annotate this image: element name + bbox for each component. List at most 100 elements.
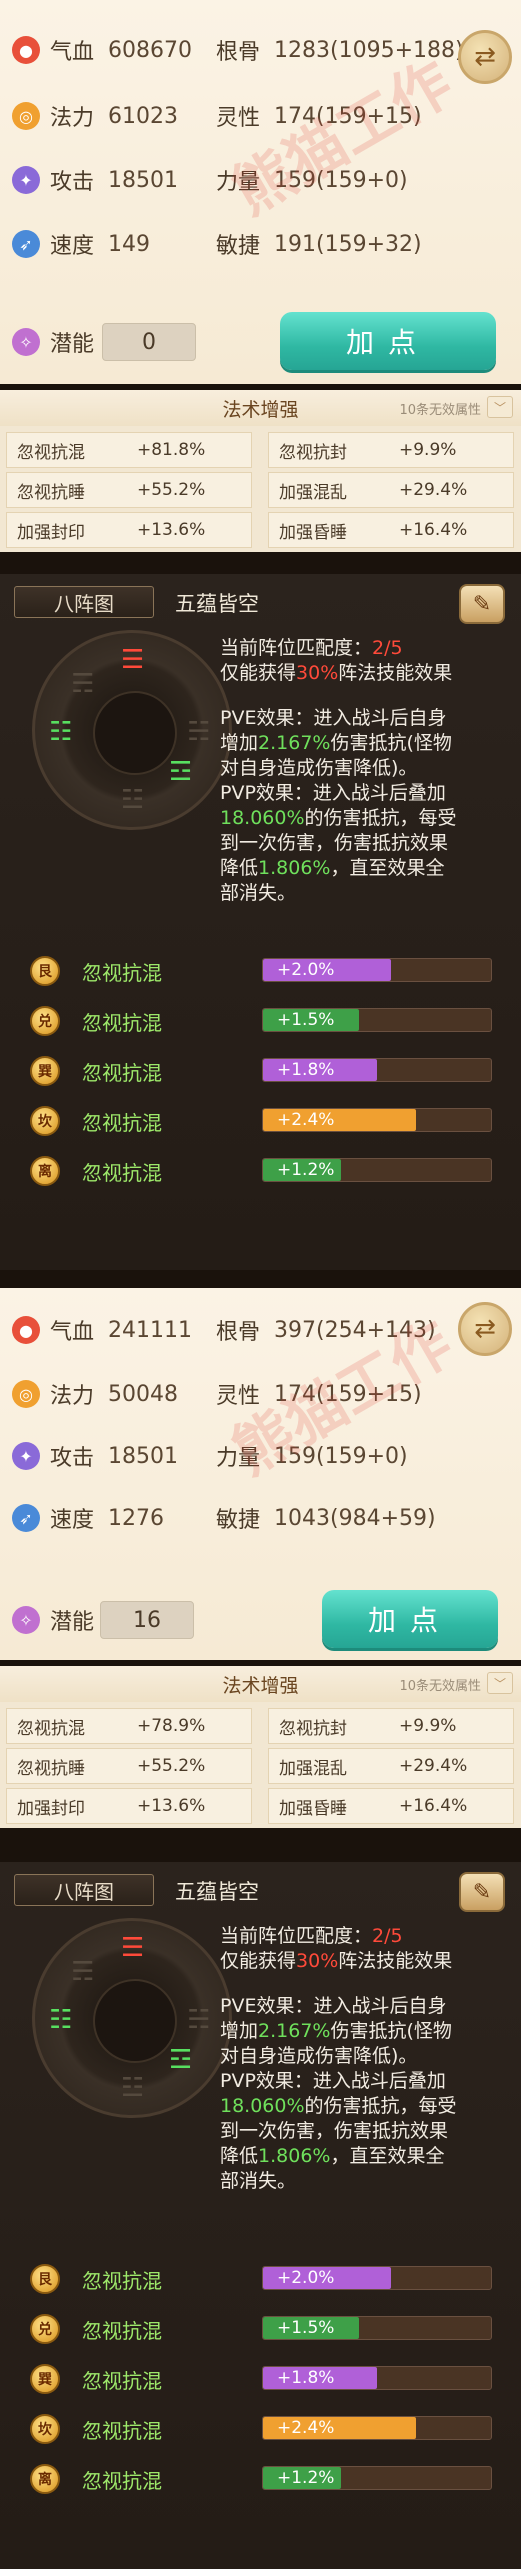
trigram-bar-value: +1.8% [277,1060,335,1080]
mag-row: 灵性 174(159+15) [216,96,422,136]
magic-cell: 忽视抗封 +9.9% [268,432,514,468]
pve-text: 增加 [220,2020,259,2042]
magic-cell-value: +16.4% [399,1796,468,1816]
trigram-badge-icon: 离 [30,2464,60,2494]
trigram-attr-name: 忽视抗混 [82,1061,162,1085]
magic-cell-value: +81.8% [137,440,206,460]
str-row: 根骨 1283(1095+188) [216,30,464,70]
trigram-row[interactable]: 巽忽视抗混 +1.8% [30,2360,500,2396]
trigram-row[interactable]: 离忽视抗混 +1.2% [30,1152,500,1188]
magic-enhance-title: 法术增强 [222,398,299,421]
trigram-row[interactable]: 艮忽视抗混 +2.0% [30,2260,500,2296]
magic-cell-value: +9.9% [399,1716,457,1736]
trigram-attr-name: 忽视抗混 [82,2469,162,2493]
trigram-icon: ☷ [49,717,73,747]
trigram-bar-value: +2.0% [277,960,335,980]
magic-cell-value: +9.9% [399,440,457,460]
pvp-text: ，直至效果全 [330,857,445,879]
trigram-icon: ☴ [71,669,95,699]
pvp-line: PVP效果：进入战斗后叠加 [220,782,446,804]
pvp-text: 降低 [220,857,259,879]
magic-cell-name: 加强封印 [17,1798,85,1819]
magic-cell: 忽视抗混 +78.9% [6,1708,252,1744]
str-label: 根骨 [216,40,261,65]
magic-cell-name: 加强封印 [17,522,85,543]
edit-icon[interactable]: ✎ [459,1872,505,1912]
magic-cell: 加强昏睡 +16.4% [268,1788,514,1824]
mp-row: ◎ 法力 61023 [12,96,178,136]
pvp-line: 到一次伤害，伤害抵抗效果 [220,2120,449,2142]
match-value: 2/5 [372,1925,403,1947]
magic-cell-name: 忽视抗睡 [17,482,85,503]
add-point-button[interactable]: 加点 [280,312,496,370]
swap-icon[interactable]: ⇄ [458,1302,512,1356]
trigram-bar: +1.2% [262,1158,492,1182]
trigram-row[interactable]: 艮忽视抗混 +2.0% [30,952,500,988]
magic-cell-value: +13.6% [137,520,206,540]
str-value: 397(254+143) [274,1317,436,1343]
trigram-bar: +2.4% [262,1108,492,1132]
trigram-icon: ☴ [71,1957,95,1987]
magic-cell-name: 加强混乱 [279,482,347,503]
trigram-row[interactable]: 离忽视抗混 +1.2% [30,2460,500,2496]
pow-value: 159(159+0) [274,1443,408,1469]
trigram-attr-name: 忽视抗混 [82,2369,162,2393]
mag-value: 174(159+15) [274,103,422,129]
ratio-suffix: 阵法技能效果 [338,1950,453,1972]
pvp-line: 18.060%的伤害抵抗，每受 [220,2094,457,2119]
trigram-bar: +2.4% [262,2416,492,2440]
trigram-attr-name: 忽视抗混 [82,2269,162,2293]
trigram-row[interactable]: 兑忽视抗混 +1.5% [30,2310,500,2346]
attribute-panel-1: ● 气血 608670 根骨 1283(1095+188) ⇄ ◎ 法力 610… [0,0,521,384]
trigram-bar-value: +2.4% [277,1110,335,1130]
trigram-icon: ☵ [187,2005,211,2035]
pve-text: 伤害抵抗(怪物 [330,2020,452,2042]
magic-enhance-panel-1: 法术增强 10条无效属性 ﹀ 忽视抗混 +81.8% 忽视抗封 +9.9% 忽视抗睡… [0,390,521,552]
chevron-down-icon[interactable]: ﹀ [487,396,513,418]
ratio-percent: 30% [296,1950,339,1972]
trigram-row[interactable]: 兑忽视抗混 +1.5% [30,1002,500,1038]
spd-label: 速度 [50,234,95,259]
spd-row: ➶ 速度 1276 [12,1498,164,1538]
trigram-bar-value: +1.8% [277,2368,335,2388]
magic-cell: 加强封印 +13.6% [6,512,252,548]
trigram-row[interactable]: 坎忽视抗混 +2.4% [30,1102,500,1138]
pvp-value: 18.060% [220,807,305,829]
bazhen-panel-2: 八阵图 五蕴皆空 ✎ ☰ ☷ ☵ ☳ ☲ ☴ 当前阵位匹配度：2/5 仅能获得3… [0,1862,521,2569]
magic-cell-name: 忽视抗混 [17,442,85,463]
potential-value: 16 [100,1601,194,1639]
edit-icon[interactable]: ✎ [459,584,505,624]
agi-label: 敏捷 [216,234,261,259]
bazhen-title: 八阵图 [14,1874,154,1906]
magic-cell-value: +55.2% [137,480,206,500]
hp-value: 608670 [108,37,192,63]
pow-row: 力量 159(159+0) [216,160,408,200]
trigram-badge-icon: 坎 [30,2414,60,2444]
trigram-row[interactable]: 坎忽视抗混 +2.4% [30,2410,500,2446]
trigram-row[interactable]: 巽忽视抗混 +1.8% [30,1052,500,1088]
add-point-button[interactable]: 加点 [322,1590,498,1648]
boot-icon: ➶ [12,230,40,258]
potential-value: 0 [102,323,196,361]
magic-cell-name: 忽视抗封 [279,1718,347,1739]
mag-label: 灵性 [216,1384,261,1409]
magic-cell-name: 忽视抗睡 [17,1758,85,1779]
swap-icon[interactable]: ⇄ [458,30,512,84]
pve-line: 对自身造成伤害降低)。 [220,2045,418,2067]
attribute-panel-2: ● 气血 241111 根骨 397(254+143) ⇄ ◎ 法力 50048… [0,1288,521,1660]
ratio-suffix: 阵法技能效果 [338,662,453,684]
mp-label: 法力 [50,106,95,131]
magic-cell-name: 加强昏睡 [279,1798,347,1819]
match-line: 当前阵位匹配度：2/5 [220,1924,457,1949]
pvp-value: 1.806% [258,857,331,879]
magic-cell-value: +29.4% [399,480,468,500]
chevron-down-icon[interactable]: ﹀ [487,1672,513,1694]
trigram-attr-name: 忽视抗混 [82,1111,162,1135]
mp-value: 50048 [108,1381,179,1407]
pve-line: PVE效果：进入战斗后自身 [220,707,447,729]
atk-value: 18501 [108,167,179,193]
mp-label: 法力 [50,1384,95,1409]
trigram-badge-icon: 兑 [30,2314,60,2344]
match-prefix: 当前阵位匹配度： [220,637,373,659]
pot-label: 潜能 [50,332,95,357]
